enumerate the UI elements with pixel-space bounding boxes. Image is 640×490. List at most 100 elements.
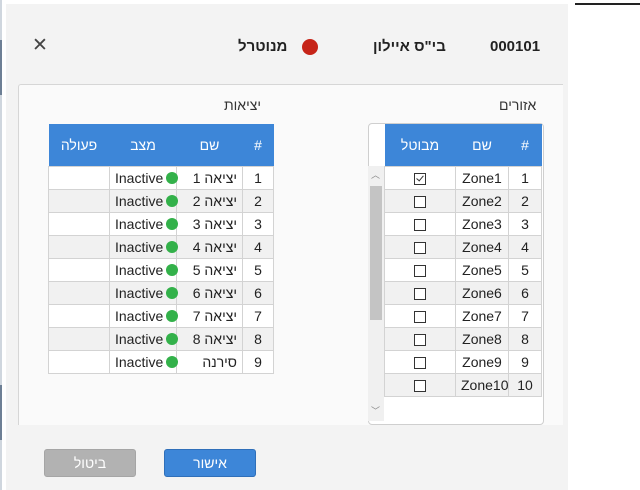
zones-table: מבוטל שם # Zone1 1 Zone2 2 Zone3 3 Zone4 4 Zone5…: [384, 124, 542, 397]
output-name-cell: יציאה 4: [176, 235, 243, 259]
output-action-cell[interactable]: [48, 327, 110, 351]
zone-armed-cell[interactable]: [384, 281, 456, 305]
output-row[interactable]: Inactive יציאה 77: [48, 304, 274, 328]
close-icon[interactable]: ✕: [32, 36, 48, 56]
zone-armed-cell[interactable]: [384, 235, 456, 259]
status-label: מנוטרל: [238, 38, 288, 55]
zone-row[interactable]: Zone8 8: [384, 327, 542, 351]
output-name-cell: יציאה 8: [176, 327, 243, 351]
checkbox-icon[interactable]: [414, 357, 426, 370]
output-row[interactable]: Inactive יציאה 33: [48, 212, 274, 236]
scroll-down-icon[interactable]: ﹀: [371, 404, 380, 417]
checkbox-icon[interactable]: [414, 265, 426, 278]
output-row[interactable]: Inactive יציאה 44: [48, 235, 274, 259]
checkbox-icon[interactable]: [414, 219, 426, 232]
output-num-cell: 9: [242, 350, 274, 374]
checkbox-icon[interactable]: [414, 334, 426, 347]
output-action-cell[interactable]: [48, 166, 110, 190]
output-num-cell: 1: [242, 166, 274, 190]
output-row[interactable]: Inactive יציאה 55: [48, 258, 274, 282]
col-name[interactable]: שם: [455, 124, 509, 167]
zone-row[interactable]: Zone4 4: [384, 235, 542, 259]
checkbox-icon[interactable]: [414, 311, 426, 324]
zone-row[interactable]: Zone7 7: [384, 304, 542, 328]
edge-mark: [0, 40, 2, 95]
zone-num-cell: 9: [508, 350, 542, 374]
checkbox-icon[interactable]: [414, 380, 426, 393]
output-state-cell: Inactive: [109, 258, 179, 282]
output-row[interactable]: Inactive סירנה 9: [48, 350, 274, 374]
scrollbar-thumb[interactable]: [370, 186, 382, 320]
col-armed[interactable]: מבוטל: [384, 124, 456, 167]
col-action[interactable]: פעולה: [48, 124, 110, 167]
output-action-cell[interactable]: [48, 258, 110, 282]
output-row[interactable]: Inactive יציאה 22: [48, 189, 274, 213]
output-action-cell[interactable]: [48, 350, 110, 374]
output-name-cell: יציאה 3: [176, 212, 243, 236]
zone-armed-cell[interactable]: [384, 304, 456, 328]
col-num[interactable]: #: [508, 124, 542, 167]
zone-armed-cell[interactable]: [384, 258, 456, 282]
output-action-cell[interactable]: [48, 212, 110, 236]
output-state-text: Inactive: [115, 262, 164, 278]
output-row[interactable]: Inactive יציאה 66: [48, 281, 274, 305]
zone-armed-cell[interactable]: [384, 373, 456, 397]
edge-mark: [0, 385, 2, 440]
checkbox-icon[interactable]: [414, 173, 426, 186]
status-dot-icon: [166, 264, 179, 276]
ok-button[interactable]: אישור: [164, 449, 256, 477]
zone-armed-cell[interactable]: [384, 350, 456, 374]
zone-num-cell: 10: [508, 373, 542, 397]
output-state-cell: Inactive: [109, 350, 179, 374]
zone-name-cell: Zone5: [455, 258, 509, 282]
zone-name-cell: Zone6: [455, 281, 509, 305]
col-num[interactable]: #: [242, 124, 274, 167]
outputs-table: פעולה מצב שם # Inactive יציאה 1 1 Inactive י…: [48, 124, 274, 374]
zone-row[interactable]: Zone5 5: [384, 258, 542, 282]
output-state-text: Inactive: [115, 239, 164, 255]
zones-scrollbar[interactable]: ︿ ﹀: [368, 166, 384, 421]
zone-name-cell: Zone8: [455, 327, 509, 351]
zone-num-cell: 5: [508, 258, 542, 282]
status-dot-icon: [166, 310, 179, 322]
checkbox-icon[interactable]: [414, 196, 426, 209]
checkbox-icon[interactable]: [414, 242, 426, 255]
output-action-cell[interactable]: [48, 304, 110, 328]
output-action-cell[interactable]: [48, 235, 110, 259]
zone-row[interactable]: Zone3 3: [384, 212, 542, 236]
output-state-cell: Inactive: [109, 166, 179, 190]
zone-armed-cell[interactable]: [384, 189, 456, 213]
output-num-cell: 7: [242, 304, 274, 328]
output-state-cell: Inactive: [109, 281, 179, 305]
output-state-text: Inactive: [115, 285, 164, 301]
status-dot-icon: [166, 356, 179, 368]
zone-armed-cell[interactable]: [384, 212, 456, 236]
zone-row[interactable]: Zone6 6: [384, 281, 542, 305]
output-state-text: Inactive: [115, 354, 164, 370]
output-state-text: Inactive: [115, 170, 164, 186]
outputs-header-row: פעולה מצב שם #: [48, 124, 274, 167]
zone-armed-cell[interactable]: [384, 327, 456, 351]
zone-row[interactable]: Zone1 1: [384, 166, 542, 190]
zone-row[interactable]: Zone2 2: [384, 189, 542, 213]
output-action-cell[interactable]: [48, 281, 110, 305]
output-row[interactable]: Inactive יציאה 11: [48, 166, 274, 190]
col-name[interactable]: שם: [176, 124, 243, 167]
output-action-cell[interactable]: [48, 189, 110, 213]
window-left-edge: [0, 0, 2, 490]
outputs-title: יציאות: [224, 97, 262, 113]
zones-header-row: מבוטל שם #: [384, 124, 542, 167]
zone-num-cell: 7: [508, 304, 542, 328]
col-state[interactable]: מצב: [109, 124, 177, 167]
zone-name-cell: Zone2: [455, 189, 509, 213]
output-row[interactable]: Inactive יציאה 88: [48, 327, 274, 351]
zone-row[interactable]: Zone9 9: [384, 350, 542, 374]
zone-row[interactable]: Zone10 10: [384, 373, 542, 397]
scroll-up-icon[interactable]: ︿: [371, 168, 380, 181]
zone-armed-cell[interactable]: [384, 166, 456, 190]
cancel-button[interactable]: ביטול: [44, 449, 136, 477]
top-rule: [575, 3, 640, 5]
zone-num-cell: 2: [508, 189, 542, 213]
status-dot-icon: [166, 195, 179, 207]
checkbox-icon[interactable]: [414, 288, 426, 301]
